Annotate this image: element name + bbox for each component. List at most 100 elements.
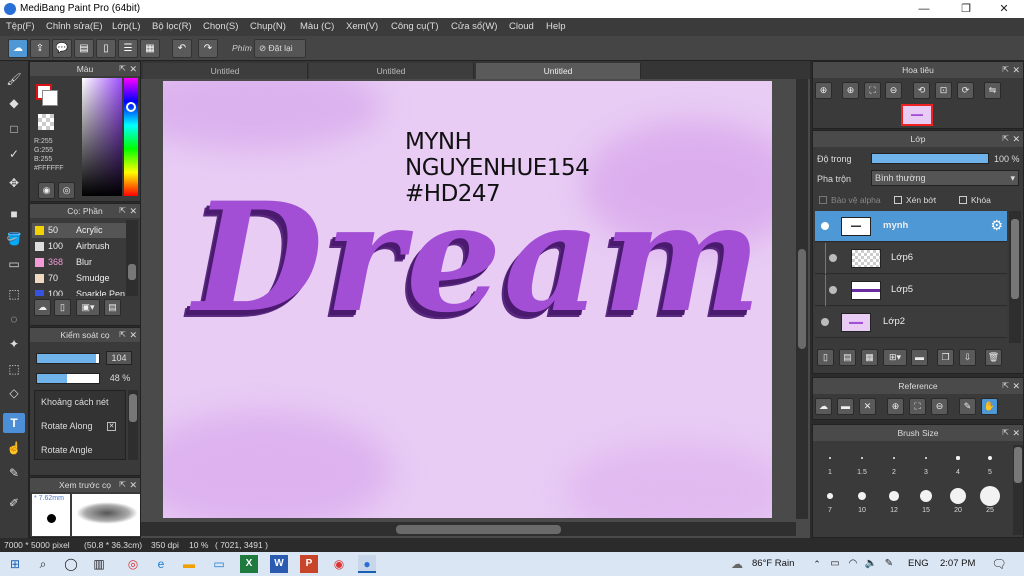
brush-size-slider[interactable] — [36, 353, 100, 364]
close-icon[interactable]: ✕ — [129, 478, 137, 492]
menu-view[interactable]: Xem(V) — [346, 21, 378, 32]
hue-slider[interactable] — [124, 78, 138, 196]
close-icon[interactable]: ✕ — [1012, 62, 1020, 78]
menu-color[interactable]: Màu (C) — [300, 21, 334, 32]
volume-icon[interactable]: 🔈 — [862, 555, 880, 573]
visibility-icon[interactable] — [829, 254, 837, 262]
zoom-out-icon[interactable]: ⊖ — [931, 398, 948, 415]
lasso-tool-icon[interactable]: ◌ — [3, 309, 25, 329]
marquee-tool-icon[interactable]: ⬚ — [3, 284, 25, 304]
reset-button[interactable]: ⊘ Đặt lại — [254, 39, 306, 58]
reset-view-icon[interactable]: ⊡ — [935, 82, 952, 99]
battery-icon[interactable]: ▭ — [826, 555, 844, 573]
share-icon[interactable]: ⇪ — [30, 39, 50, 58]
app-icon-swirl[interactable]: ◎ — [124, 555, 142, 573]
brush-list-scrollbar[interactable] — [126, 220, 138, 296]
redo-icon[interactable]: ↷ — [198, 39, 218, 58]
maximize-button[interactable]: ❐ — [946, 0, 986, 18]
menu-filter[interactable]: Bộ lọc(R) — [152, 21, 192, 32]
chrome-icon[interactable]: ◉ — [330, 555, 348, 573]
brush-item[interactable]: 368 Blur — [32, 255, 126, 270]
layer-list-scrollbar[interactable] — [1009, 211, 1021, 343]
select-brush-tool-icon[interactable]: ⬚ — [3, 359, 25, 379]
merge-down-icon[interactable]: ⇩ — [959, 349, 976, 366]
eraser-tool-icon[interactable]: ◆ — [3, 93, 25, 113]
open-folder-icon[interactable]: ▬ — [837, 398, 854, 415]
canvas-horizontal-scrollbar[interactable] — [141, 522, 796, 536]
bucket-tool-icon[interactable]: 🪣 — [3, 229, 25, 249]
cloud-icon[interactable]: ☁ — [8, 39, 28, 58]
language-indicator[interactable]: ENG — [908, 558, 929, 569]
eyedropper-tool-icon[interactable]: ✎ — [3, 463, 25, 483]
alpha-protect-checkbox[interactable] — [819, 196, 827, 204]
powerpoint-icon[interactable]: P — [300, 555, 318, 573]
layer-item-mynh[interactable]: ▬▬ mynh ⚙ — [815, 211, 1007, 242]
tab-untitled-2[interactable]: Untitled — [309, 63, 474, 79]
transparent-swatch[interactable] — [38, 114, 54, 130]
rotate-right-icon[interactable]: ⟳ — [957, 82, 974, 99]
brush-item[interactable]: 50 Acrylic — [32, 223, 126, 238]
spacing-option[interactable]: Khoảng cách nét — [41, 397, 109, 407]
menu-tools[interactable]: Công cụ(T) — [391, 21, 439, 32]
layer-item-lop5[interactable]: Lớp5 — [815, 275, 1007, 306]
brush-size-option[interactable]: 1 — [815, 447, 845, 481]
palette-icon[interactable]: ◉ — [38, 182, 55, 199]
new-8bit-layer-icon[interactable]: ▦ — [861, 349, 878, 366]
hand-icon[interactable]: ✋ — [981, 398, 998, 415]
zoom-fit-icon[interactable]: ⊕ — [815, 82, 832, 99]
menu-cloud[interactable]: Cloud — [509, 21, 534, 32]
magic-wand-tool-icon[interactable]: ✦ — [3, 334, 25, 354]
select-pen-tool-icon[interactable]: ✓ — [3, 144, 25, 164]
notification-icon[interactable]: 🗨 — [990, 555, 1008, 573]
menu-layer[interactable]: Lớp(L) — [112, 21, 140, 32]
menu-edit[interactable]: Chỉnh sửa(E) — [46, 21, 103, 32]
close-icon[interactable]: ✕ — [1012, 131, 1020, 147]
menu-select[interactable]: Chọn(S) — [203, 21, 238, 32]
brush-settings-icon[interactable]: ▤ — [104, 299, 121, 316]
brush-size-value[interactable]: 104 — [106, 351, 132, 365]
add-brush-icon[interactable]: ☁ — [34, 299, 51, 316]
flip-icon[interactable]: ⇋ — [984, 82, 1001, 99]
clock[interactable]: 2:07 PM — [940, 558, 975, 569]
excel-icon[interactable]: X — [240, 555, 258, 573]
brush-size-option[interactable]: 15 — [911, 485, 941, 519]
new-halftone-layer-icon[interactable]: ▤ — [839, 349, 856, 366]
close-icon[interactable]: ✕ — [1012, 425, 1020, 441]
brush-item[interactable]: 100 Airbrush — [32, 239, 126, 254]
eyedropper-icon[interactable]: ✎ — [959, 398, 976, 415]
fit-window-icon[interactable]: ⛶ — [864, 82, 881, 99]
rotate-along-checkbox[interactable]: ✕ — [107, 422, 116, 431]
layer-item-lop6[interactable]: Lớp6 — [815, 243, 1007, 274]
new-brush-icon[interactable]: ▯ — [54, 299, 71, 316]
monitor-icon[interactable]: ▭ — [210, 555, 228, 573]
brush-tool-icon[interactable]: 🖌 — [3, 69, 25, 89]
brush-size-option[interactable]: 12 — [879, 485, 909, 519]
operation-tool-icon[interactable]: ☝ — [3, 438, 25, 458]
chevron-up-icon[interactable]: ⌃ — [808, 555, 826, 573]
clipping-checkbox[interactable] — [894, 196, 902, 204]
visibility-icon[interactable] — [821, 318, 829, 326]
brush-options-scrollbar[interactable] — [128, 390, 138, 460]
word-icon[interactable]: W — [270, 555, 288, 573]
close-button[interactable]: ✕ — [984, 0, 1024, 18]
layer-opacity-slider[interactable] — [871, 153, 989, 164]
rotate-angle-option[interactable]: Rotate Angle — [41, 445, 93, 455]
brush-size-option[interactable]: 20 — [943, 485, 973, 519]
gear-icon[interactable]: ⚙ — [990, 217, 1003, 234]
background-color-swatch[interactable] — [42, 90, 58, 106]
visibility-icon[interactable] — [829, 286, 837, 294]
close-reference-icon[interactable]: ✕ — [859, 398, 876, 415]
cortana-icon[interactable]: ◯ — [62, 555, 80, 573]
layer-item-lop2[interactable]: ▬▬ Lớp2 — [815, 307, 1007, 338]
brush-opacity-slider[interactable] — [36, 373, 100, 384]
gradient-tool-icon[interactable]: ▭ — [3, 254, 25, 274]
tab-untitled-3[interactable]: Untitled — [476, 63, 641, 79]
select-eraser-tool-icon[interactable]: ◇ — [3, 383, 25, 403]
medibang-icon[interactable]: ● — [358, 555, 376, 573]
new-layer-icon[interactable]: ▯ — [817, 349, 834, 366]
network-icon[interactable]: ◠ — [844, 555, 862, 573]
brush-size-option[interactable]: 25 — [975, 485, 1005, 519]
brush-size-option[interactable]: 1.5 — [847, 447, 877, 481]
close-icon[interactable]: ✕ — [129, 204, 137, 218]
task-view-icon[interactable]: ▥ — [90, 555, 108, 573]
